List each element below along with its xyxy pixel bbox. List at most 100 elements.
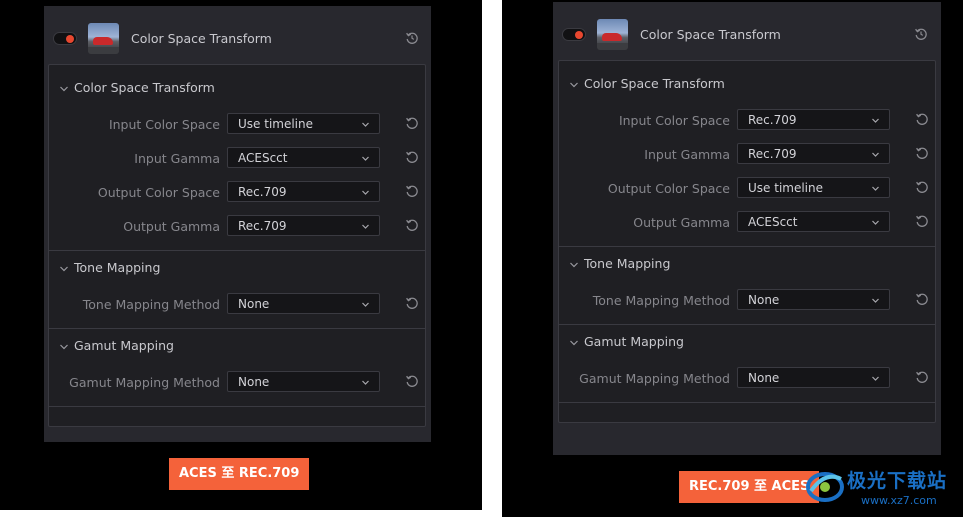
reset-icon[interactable] [405,296,419,310]
param-label-input-gamma: Input Gamma [134,151,220,166]
section-divider [49,250,425,251]
tone-mapping-method-dropdown[interactable]: None [227,293,380,314]
right-caption-badge: REC.709 至 ACES [679,471,820,503]
chevron-down-icon [871,218,880,227]
plugin-header: Color Space Transform [553,2,941,62]
param-label-input-color-space: Input Color Space [618,113,730,128]
left-plugin-panel: Color Space Transform Color Space Transf… [44,6,431,442]
enable-toggle[interactable] [562,28,586,41]
chevron-down-icon [871,150,880,159]
reset-icon[interactable] [915,370,929,384]
reset-icon[interactable] [405,150,419,164]
toggle-indicator-icon [575,31,583,39]
chevron-down-icon [871,296,880,305]
param-label-tone-mapping-method: Tone Mapping Method [592,293,730,308]
chevron-down-icon [361,188,370,197]
header-reset-icon[interactable] [914,27,928,41]
section-title-color-space-transform[interactable]: Color Space Transform [74,80,215,95]
plugin-title: Color Space Transform [640,27,781,42]
section-title-gamut-mapping[interactable]: Gamut Mapping [584,334,684,349]
param-label-tone-mapping-method: Tone Mapping Method [82,297,220,312]
dropdown-value: Rec.709 [238,185,287,199]
dropdown-value: Rec.709 [748,147,797,161]
param-label-gamut-mapping-method: Gamut Mapping Method [579,371,730,386]
chevron-down-icon [361,222,370,231]
plugin-title: Color Space Transform [131,31,272,46]
chevron-down-icon[interactable] [569,338,579,348]
section-divider [559,246,935,247]
chevron-down-icon [871,374,880,383]
enable-toggle[interactable] [53,32,77,45]
reset-icon[interactable] [915,180,929,194]
dropdown-value: None [748,371,780,385]
tone-mapping-method-dropdown[interactable]: None [737,289,890,310]
chevron-down-icon[interactable] [569,80,579,90]
section-divider [559,402,935,403]
section-title-tone-mapping[interactable]: Tone Mapping [584,256,670,271]
chevron-down-icon [361,378,370,387]
reset-icon[interactable] [915,146,929,160]
gamut-mapping-method-dropdown[interactable]: None [737,367,890,388]
dropdown-value: Use timeline [238,117,313,131]
section-title-tone-mapping[interactable]: Tone Mapping [74,260,160,275]
chevron-down-icon[interactable] [59,342,69,352]
output-gamma-dropdown[interactable]: Rec.709 [227,215,380,236]
param-label-output-color-space: Output Color Space [607,181,730,196]
chevron-down-icon[interactable] [59,84,69,94]
dropdown-value: Rec.709 [748,113,797,127]
reset-icon[interactable] [405,116,419,130]
right-plugin-panel: Color Space Transform Color Space Transf… [553,2,941,455]
param-label-gamut-mapping-method: Gamut Mapping Method [69,375,220,390]
param-label-input-color-space: Input Color Space [108,117,220,132]
reset-icon[interactable] [915,112,929,126]
section-divider [49,328,425,329]
dropdown-value: None [238,375,270,389]
chevron-down-icon [361,300,370,309]
output-color-space-dropdown[interactable]: Rec.709 [227,181,380,202]
watermark-logo-icon [806,472,844,502]
chevron-down-icon [871,184,880,193]
left-caption-badge: ACES 至 REC.709 [169,458,310,490]
chevron-down-icon[interactable] [59,264,69,274]
dropdown-value: Use timeline [748,181,823,195]
watermark-url: www.xz7.com [861,494,937,507]
section-title-gamut-mapping[interactable]: Gamut Mapping [74,338,174,353]
gamut-mapping-method-dropdown[interactable]: None [227,371,380,392]
input-color-space-dropdown[interactable]: Use timeline [227,113,380,134]
plugin-header: Color Space Transform [44,6,431,66]
section-divider [49,406,425,407]
plugin-thumbnail [88,23,119,54]
input-color-space-dropdown[interactable]: Rec.709 [737,109,890,130]
chevron-down-icon[interactable] [569,260,579,270]
input-gamma-dropdown[interactable]: ACEScct [227,147,380,168]
param-label-output-gamma: Output Gamma [123,219,220,234]
section-title-color-space-transform[interactable]: Color Space Transform [584,76,725,91]
site-watermark: 极光下载站 www.xz7.com [805,461,963,517]
right-parameters-box: Color Space Transform Input Color Space … [558,60,936,423]
chevron-down-icon [361,120,370,129]
dropdown-value: Rec.709 [238,219,287,233]
chevron-down-icon [871,116,880,125]
toggle-indicator-icon [66,35,74,43]
reset-icon[interactable] [915,214,929,228]
reset-icon[interactable] [405,218,419,232]
dropdown-value: None [748,293,780,307]
chevron-down-icon [361,154,370,163]
reset-icon[interactable] [915,292,929,306]
left-parameters-box: Color Space Transform Input Color Space … [48,64,426,427]
param-label-input-gamma: Input Gamma [644,147,730,162]
reset-icon[interactable] [405,184,419,198]
param-label-output-gamma: Output Gamma [633,215,730,230]
output-color-space-dropdown[interactable]: Use timeline [737,177,890,198]
dropdown-value: None [238,297,270,311]
section-divider [559,324,935,325]
output-gamma-dropdown[interactable]: ACEScct [737,211,890,232]
dropdown-value: ACEScct [238,151,288,165]
dropdown-value: ACEScct [748,215,798,229]
input-gamma-dropdown[interactable]: Rec.709 [737,143,890,164]
reset-icon[interactable] [405,374,419,388]
header-reset-icon[interactable] [405,31,419,45]
plugin-thumbnail [597,19,628,50]
param-label-output-color-space: Output Color Space [97,185,220,200]
watermark-title: 极光下载站 [847,470,948,492]
